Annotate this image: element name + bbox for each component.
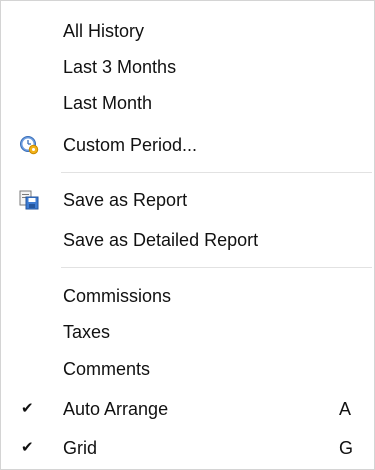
menu-item-label: Comments (63, 359, 151, 379)
context-menu: All History Last 3 Months Last Month Cus… (0, 0, 375, 470)
menu-separator (61, 172, 372, 173)
menu-item-all-history[interactable]: All History (1, 13, 374, 49)
menu-item-save-as-detailed-report[interactable]: Save as Detailed Report (1, 222, 374, 258)
menu-item-comments[interactable]: Comments (1, 351, 374, 387)
menu-item-label: Save as Detailed Report (63, 230, 259, 250)
menu-item-save-as-report[interactable]: Save as Report (1, 182, 374, 218)
menu-item-label: Commissions (63, 286, 172, 306)
clock-gear-icon (20, 136, 39, 155)
menu-item-auto-arrange[interactable]: ✔ Auto Arrange A (1, 391, 374, 427)
menu-item-shortcut: G (339, 438, 354, 458)
menu-item-label: Taxes (63, 322, 111, 342)
menu-item-shortcut: A (339, 399, 352, 419)
menu-item-label: Save as Report (63, 190, 188, 210)
menu-item-label: Last Month (63, 93, 153, 113)
menu-item-label: Grid (63, 438, 98, 458)
menu-item-last-month[interactable]: Last Month (1, 85, 374, 121)
menu-item-label: All History (63, 21, 145, 41)
menu-item-commissions[interactable]: Commissions (1, 278, 374, 314)
menu-item-custom-period[interactable]: Custom Period... (1, 127, 374, 163)
menu-item-label: Auto Arrange (63, 399, 169, 419)
checkmark-icon: ✔ (21, 400, 34, 417)
menu-item-grid[interactable]: ✔ Grid G (1, 430, 374, 466)
menu-item-taxes[interactable]: Taxes (1, 314, 374, 350)
menu-item-label: Custom Period... (63, 135, 198, 155)
menu-item-label: Last 3 Months (63, 57, 177, 77)
menu-separator (61, 267, 372, 268)
checkmark-icon: ✔ (21, 439, 34, 456)
save-report-icon (19, 190, 39, 210)
menu-item-last-3-months[interactable]: Last 3 Months (1, 49, 374, 85)
